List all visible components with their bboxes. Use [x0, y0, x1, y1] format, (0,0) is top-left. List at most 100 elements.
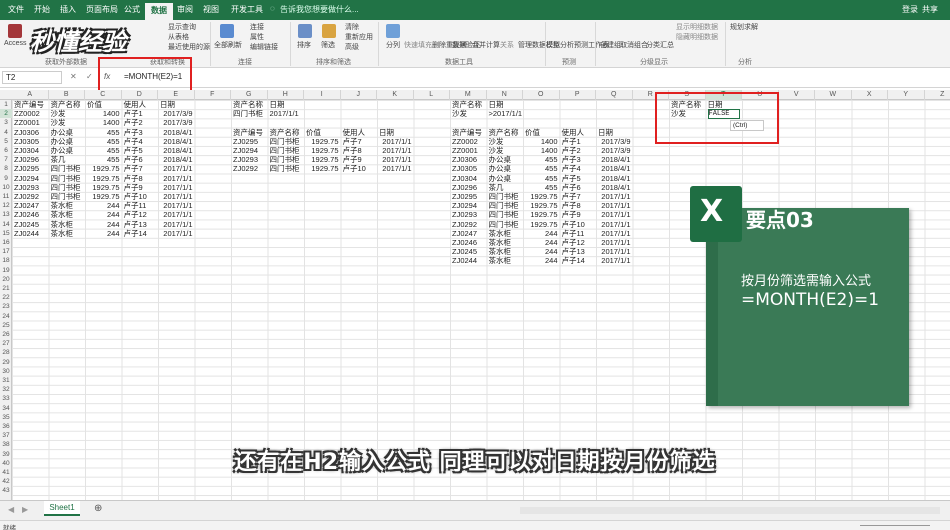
table2-header[interactable]: 资产编号 — [233, 128, 266, 137]
table3-cell[interactable]: 茶水柜 — [489, 238, 522, 247]
table3-cell[interactable]: 1929.75 — [525, 201, 557, 210]
table3-cell[interactable]: ZJ0305 — [452, 164, 485, 173]
table1-cell[interactable]: 沙发 — [51, 118, 84, 127]
table1-cell[interactable]: 办公桌 — [51, 146, 84, 155]
table3-cell[interactable]: 2017/1/1 — [598, 210, 630, 219]
table1-cell[interactable]: 卢子10 — [124, 192, 157, 201]
row-header-14[interactable]: 14 — [0, 220, 12, 229]
table1-cell[interactable]: 沙发 — [51, 109, 84, 118]
row-header-13[interactable]: 13 — [0, 210, 12, 219]
table1-cell[interactable]: 455 — [87, 128, 120, 137]
group-button[interactable]: 创建组 — [600, 40, 621, 50]
table1-cell[interactable]: 卢子8 — [124, 174, 157, 183]
row-header-33[interactable]: 33 — [0, 394, 12, 403]
table1-cell[interactable]: 1400 — [87, 118, 120, 127]
sheet-tab-sheet1[interactable]: Sheet1 — [44, 501, 80, 516]
table1-cell[interactable]: 455 — [87, 155, 120, 164]
properties-button[interactable]: 属性 — [250, 32, 264, 42]
row-header-4[interactable]: 4 — [0, 128, 12, 137]
table3-header[interactable]: 价值 — [525, 128, 558, 137]
criteria2-header[interactable]: 资产名称 — [452, 100, 485, 109]
table2-cell[interactable]: ZJ0293 — [233, 155, 266, 164]
access-button[interactable]: Access — [4, 40, 27, 47]
table3-cell[interactable]: 2017/1/1 — [598, 192, 630, 201]
table3-cell[interactable]: ZJ0244 — [452, 256, 485, 265]
table3-cell[interactable]: 2017/3/9 — [598, 137, 630, 146]
row-header-1[interactable]: 1 — [0, 100, 12, 109]
table3-header[interactable]: 资产编号 — [452, 128, 485, 137]
table2-header[interactable]: 日期 — [379, 128, 412, 137]
tab-view[interactable]: 视图 — [203, 4, 219, 15]
table1-cell[interactable]: 1929.75 — [87, 164, 119, 173]
cancel-icon[interactable]: ✕ — [70, 72, 77, 81]
next-sheet-icon[interactable]: ▶ — [22, 505, 28, 514]
table2-cell[interactable]: 2017/1/1 — [379, 146, 411, 155]
criteria2-value[interactable]: 沙发 — [452, 109, 485, 118]
table1-cell[interactable]: 卢子14 — [124, 229, 157, 238]
table3-header[interactable]: 使用人 — [562, 128, 595, 137]
criteria1-value[interactable]: 2017/1/1 — [270, 109, 303, 118]
row-header-32[interactable]: 32 — [0, 385, 12, 394]
table3-cell[interactable]: 卢子4 — [562, 164, 595, 173]
table1-cell[interactable]: 1929.75 — [87, 183, 119, 192]
table3-cell[interactable]: 1400 — [525, 146, 558, 155]
table3-cell[interactable]: 2018/4/1 — [598, 164, 630, 173]
table3-cell[interactable]: ZJ0246 — [452, 238, 485, 247]
row-header-23[interactable]: 23 — [0, 302, 12, 311]
table3-cell[interactable]: ZJ0295 — [452, 192, 485, 201]
table3-cell[interactable]: 1929.75 — [525, 210, 557, 219]
row-header-5[interactable]: 5 — [0, 137, 12, 146]
column-header-P[interactable]: P — [560, 90, 596, 100]
prev-sheet-icon[interactable]: ◀ — [8, 505, 14, 514]
formula-input[interactable]: =MONTH(E2)=1 — [120, 71, 940, 84]
table3-cell[interactable]: 244 — [525, 229, 558, 238]
tab-home[interactable]: 开始 — [34, 4, 50, 15]
table1-cell[interactable]: 茶水柜 — [51, 210, 84, 219]
table3-cell[interactable]: ZZ0002 — [452, 137, 485, 146]
table3-cell[interactable]: 卢子7 — [562, 192, 595, 201]
row-header-29[interactable]: 29 — [0, 358, 12, 367]
row-header-36[interactable]: 36 — [0, 422, 12, 431]
table3-cell[interactable]: 1400 — [525, 137, 558, 146]
table1-cell[interactable]: 四门书柜 — [51, 164, 84, 173]
table3-cell[interactable]: 2017/1/1 — [598, 201, 630, 210]
column-header-G[interactable]: G — [231, 90, 268, 100]
row-header-17[interactable]: 17 — [0, 247, 12, 256]
table2-cell[interactable]: 卢子9 — [343, 155, 376, 164]
table3-cell[interactable]: 卢子2 — [562, 146, 595, 155]
tab-insert[interactable]: 插入 — [60, 4, 76, 15]
column-header-W[interactable]: W — [815, 90, 852, 100]
table3-cell[interactable]: 2017/1/1 — [598, 247, 630, 256]
table1-cell[interactable]: 卢子9 — [124, 183, 157, 192]
sort-icon[interactable] — [298, 24, 312, 38]
table2-cell[interactable]: 四门书柜 — [270, 164, 303, 173]
column-header-E[interactable]: E — [158, 90, 195, 100]
table1-cell[interactable]: 四门书柜 — [51, 192, 84, 201]
table3-cell[interactable]: 办公桌 — [489, 164, 522, 173]
column-header-B[interactable]: B — [49, 90, 85, 100]
table3-cell[interactable]: 2017/1/1 — [598, 220, 630, 229]
table2-header[interactable]: 资产名称 — [270, 128, 303, 137]
table1-cell[interactable]: 2017/1/1 — [160, 220, 192, 229]
recent-sources-button[interactable]: 最近使用的源 — [168, 42, 210, 52]
table3-cell[interactable]: 沙发 — [489, 137, 522, 146]
table1-cell[interactable]: 1400 — [87, 109, 120, 118]
table1-cell[interactable]: 卢子11 — [124, 201, 157, 210]
table1-cell[interactable]: ZJ0247 — [14, 201, 47, 210]
table3-cell[interactable]: 2017/1/1 — [598, 229, 630, 238]
row-header-43[interactable]: 43 — [0, 486, 12, 495]
subtotal-button[interactable]: 分类汇总 — [646, 40, 674, 50]
table2-cell[interactable]: 四门书柜 — [270, 146, 303, 155]
advanced-button[interactable]: 高级 — [345, 42, 359, 52]
table3-cell[interactable]: 卢子10 — [562, 220, 595, 229]
table2-cell[interactable]: 卢子8 — [343, 146, 376, 155]
table3-cell[interactable]: 卢子9 — [562, 210, 595, 219]
row-header-18[interactable]: 18 — [0, 256, 12, 265]
table1-cell[interactable]: 2018/4/1 — [160, 146, 192, 155]
table3-cell[interactable]: 卢子3 — [562, 155, 595, 164]
table3-cell[interactable]: 2017/1/1 — [598, 238, 630, 247]
column-header-O[interactable]: O — [523, 90, 560, 100]
add-sheet-icon[interactable]: ⊕ — [94, 503, 102, 514]
table1-cell[interactable]: 卢子7 — [124, 164, 157, 173]
table1-cell[interactable]: 244 — [87, 201, 120, 210]
